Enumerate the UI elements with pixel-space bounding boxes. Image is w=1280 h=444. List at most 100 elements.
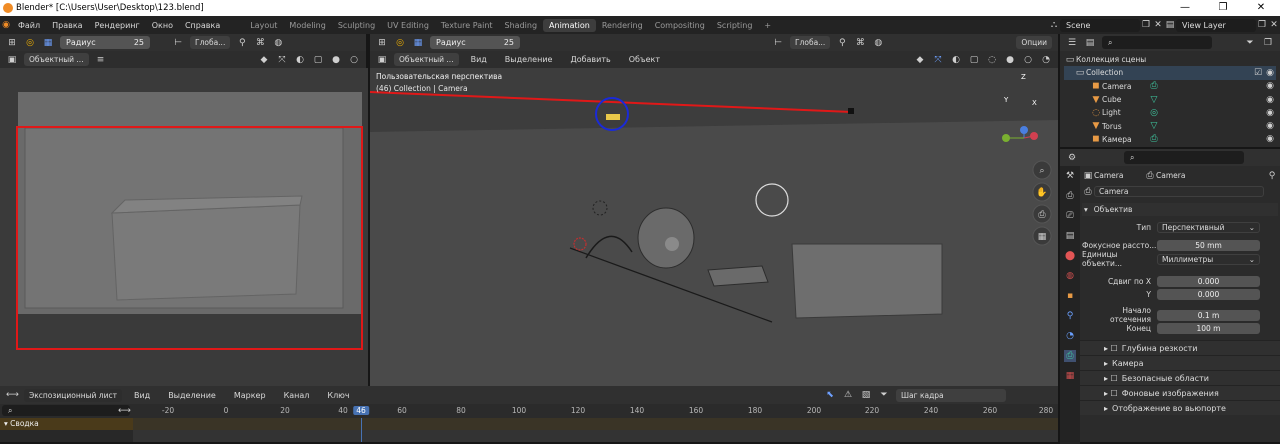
add-workspace-button[interactable]: + [758, 19, 777, 32]
warning-icon[interactable]: ⚠ [842, 389, 854, 401]
proportional-icon[interactable]: ◍ [272, 37, 284, 49]
clip-start-field[interactable]: 0.1 m [1157, 309, 1260, 321]
tab-world-icon[interactable]: ◍ [1064, 270, 1076, 282]
xray-icon[interactable]: ▢ [312, 54, 324, 66]
radius-slider[interactable]: Радиус 25 [430, 36, 520, 49]
eye-icon[interactable]: ◉ [1264, 67, 1276, 79]
mode-dropdown[interactable]: Объектный ... [24, 53, 89, 66]
tab-modifier-icon[interactable]: ⚲ [1064, 310, 1076, 322]
timeline-menu-select[interactable]: Выделение [162, 391, 222, 400]
lens-unit-dropdown[interactable]: Миллиметры ⌄ [1157, 253, 1260, 265]
pan-hand-icon[interactable]: ✋ [1036, 187, 1048, 199]
close-button[interactable]: ✕ [1242, 0, 1280, 16]
tab-layout[interactable]: Layout [244, 19, 283, 32]
menu-icon[interactable]: ≡ [95, 54, 107, 66]
filter-icon[interactable]: ⏷ [878, 389, 890, 401]
checkbox-icon[interactable]: ☑ [1252, 67, 1264, 79]
shading-material-icon[interactable]: ○ [348, 54, 360, 66]
snap-icon[interactable]: ⌘ [854, 37, 866, 49]
editor-type-icon[interactable]: ⊞ [376, 37, 388, 49]
menu-file[interactable]: Файл [12, 21, 46, 30]
menu-window[interactable]: Окно [146, 21, 179, 30]
properties-search-input[interactable]: ⌕ [1124, 151, 1244, 164]
snap-icon[interactable]: ⌘ [254, 37, 266, 49]
viewport-menu-select[interactable]: Выделение [499, 55, 559, 64]
overlay-icon[interactable]: ◐ [950, 54, 962, 66]
delete-view-layer-icon[interactable]: ✕ [1268, 19, 1280, 31]
outliner-type-icon[interactable]: ☰ [1066, 37, 1078, 49]
tab-render-icon[interactable]: ⎙ [1064, 190, 1076, 202]
camera-view-editor[interactable]: ⊞ ◎ ▦ Радиус 25 ⊢ Глоба... ⚲ ⌘ ◍ ▣ Объект… [0, 34, 368, 386]
new-scene-icon[interactable]: ❐ [1140, 19, 1152, 31]
frame-ruler[interactable]: ⌕ ⟷ -20 0 20 40 46 60 80 100 120 140 160… [0, 404, 1058, 418]
eye-icon[interactable]: ◉ [1264, 120, 1276, 132]
camera-view-icon[interactable]: ⎙ [1036, 209, 1048, 221]
outliner-item-kamera[interactable]: ◼ Камера ⎙ ◉ [1064, 133, 1276, 146]
lens-panel-header[interactable]: ▾ Объектив [1082, 202, 1278, 216]
gizmo-icon[interactable]: ⤧ [276, 54, 288, 66]
panel-camera[interactable]: ▸ Камера [1080, 355, 1280, 370]
radius-slider[interactable]: Радиус 25 [60, 36, 150, 49]
eye-icon[interactable]: ◉ [1264, 133, 1276, 145]
tab-animation[interactable]: Animation [543, 18, 596, 32]
viewport-menu-add[interactable]: Добавить [564, 55, 616, 64]
ghost-icon[interactable]: ▧ [860, 389, 872, 401]
timeline-menu-channel[interactable]: Канал [278, 391, 316, 400]
pivot-icon[interactable]: ⚲ [236, 37, 248, 49]
panel-safe-areas[interactable]: ▸ ☐ Безопасные области [1080, 370, 1280, 385]
pivot-icon[interactable]: ⚲ [836, 37, 848, 49]
shading-wire-icon[interactable]: ◌ [986, 54, 998, 66]
menu-help[interactable]: Справка [179, 21, 226, 30]
tab-rendering[interactable]: Rendering [596, 19, 649, 32]
tab-view-layer-icon[interactable]: ▤ [1064, 230, 1076, 242]
menu-edit[interactable]: Правка [46, 21, 88, 30]
new-collection-icon[interactable]: ❐ [1262, 37, 1274, 49]
orientation-dropdown[interactable]: Глоба... [190, 36, 231, 49]
delete-scene-icon[interactable]: ✕ [1152, 19, 1164, 31]
shading-solid-icon[interactable]: ● [330, 54, 342, 66]
gizmo-x-label[interactable]: X [1032, 99, 1037, 107]
timeline-menu-view[interactable]: Вид [128, 391, 156, 400]
summary-row[interactable]: ▾ Сводка [0, 418, 133, 430]
focal-length-field[interactable]: 50 mm [1157, 240, 1260, 252]
mode-dropdown[interactable]: Объектный ... [394, 53, 459, 66]
collection-row[interactable]: ▭ Collection ☑ ◉ [1064, 66, 1276, 80]
tab-camera-data-icon[interactable]: ⎙ [1064, 350, 1076, 362]
xray-icon[interactable]: ▢ [968, 54, 980, 66]
proportional-icon[interactable]: ◍ [872, 37, 884, 49]
swap-icon[interactable]: ⟷ [118, 405, 131, 417]
viewport-menu-view[interactable]: Вид [465, 55, 493, 64]
editor-type-icon[interactable]: ⊞ [6, 37, 18, 49]
cube-object[interactable] [791, 243, 943, 319]
visibility-icon[interactable]: ◆ [914, 54, 926, 66]
shift-x-field[interactable]: 0.000 [1157, 275, 1260, 287]
viewport-menu-object[interactable]: Объект [623, 55, 666, 64]
tab-object-icon[interactable]: ▪ [1064, 290, 1076, 302]
blender-menu-icon[interactable]: ◉ [0, 19, 12, 31]
tab-scripting[interactable]: Scripting [711, 19, 759, 32]
scene-field[interactable]: Scene [1060, 18, 1140, 32]
tab-tool-icon[interactable]: ⚒ [1064, 170, 1076, 182]
overlay-icon[interactable]: ◐ [294, 54, 306, 66]
shift-y-field[interactable]: 0.000 [1157, 289, 1260, 301]
filter-icon[interactable]: ⏷ [1244, 37, 1256, 49]
type-dropdown[interactable]: Перспективный ⌄ [1157, 222, 1260, 234]
current-frame-indicator[interactable]: 46 [353, 406, 369, 415]
clip-end-field[interactable]: 100 m [1157, 322, 1260, 334]
tab-scene-icon[interactable]: ⬤ [1064, 250, 1076, 262]
pin-icon[interactable]: ⚲ [1266, 170, 1278, 182]
panel-viewport-display[interactable]: ▸ Отображение во вьюпорте [1080, 400, 1280, 415]
snap-dropdown[interactable]: Шаг кадра [896, 388, 1006, 402]
tab-output-icon[interactable]: ⎚ [1064, 210, 1076, 222]
visibility-icon[interactable]: ◆ [258, 54, 270, 66]
maximize-button[interactable]: ❐ [1204, 0, 1242, 16]
zoom-icon[interactable]: ⌕ [1036, 165, 1048, 177]
gizmo-y-label[interactable]: Y [1004, 96, 1008, 104]
only-selected-icon[interactable]: ⬉ [824, 389, 836, 401]
display-mode-icon[interactable]: ▤ [1084, 37, 1096, 49]
proportional-edit-icon[interactable]: ◎ [394, 37, 406, 49]
camera-object-far[interactable] [848, 108, 854, 114]
minimize-button[interactable]: — [1166, 0, 1204, 16]
shading-render-icon[interactable]: ◔ [1040, 54, 1052, 66]
proportional-edit-icon[interactable]: ◎ [24, 37, 36, 49]
